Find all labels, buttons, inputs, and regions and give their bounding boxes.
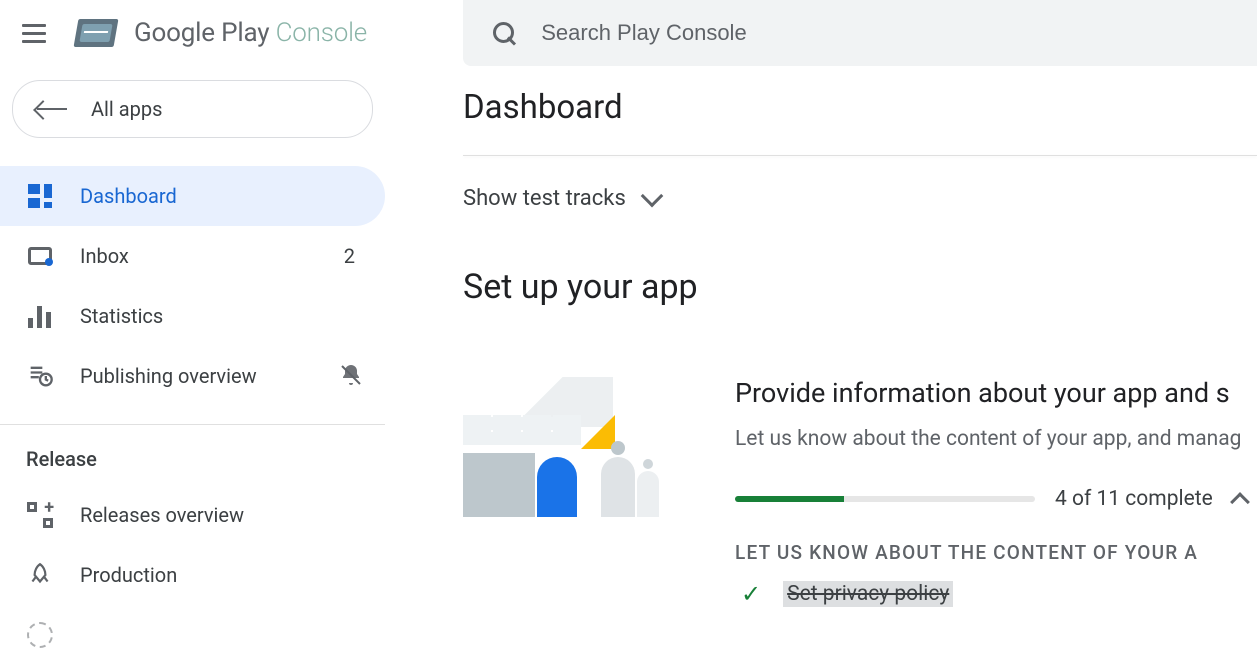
page-title: Dashboard [463, 88, 1257, 127]
sidebar: All apps Dashboard Inbox 2 Statistics Pu… [0, 66, 385, 670]
sidebar-item-label: Dashboard [80, 184, 177, 208]
divider [463, 155, 1257, 156]
setup-illustration [463, 377, 693, 517]
search-icon [491, 20, 515, 46]
divider [0, 424, 385, 425]
brand-secondary: Console [276, 18, 367, 48]
sidebar-item-dashboard[interactable]: Dashboard [0, 166, 385, 226]
show-tracks-label: Show test tracks [463, 186, 626, 211]
sidebar-item-label: Releases overview [80, 503, 244, 527]
bar-chart-icon [26, 302, 54, 330]
inbox-badge: 2 [344, 244, 365, 268]
sidebar-item-statistics[interactable]: Statistics [0, 286, 385, 346]
progress-bar [735, 496, 1035, 502]
sidebar-item-label: Statistics [80, 304, 163, 328]
chevron-down-icon [640, 184, 663, 207]
check-icon: ✓ [741, 580, 761, 608]
sidebar-item-label: Inbox [80, 244, 129, 268]
sidebar-item-testing[interactable] [0, 605, 385, 665]
publishing-icon [26, 362, 54, 390]
search-input[interactable] [541, 20, 1229, 46]
task-set-privacy-policy[interactable]: Set privacy policy [783, 581, 953, 607]
show-test-tracks-toggle[interactable]: Show test tracks [463, 186, 1257, 211]
play-console-icon [76, 15, 120, 51]
section-release: Release [0, 447, 385, 471]
card-subtitle: Let us know about the content of your ap… [735, 427, 1257, 451]
all-apps-label: All apps [91, 97, 162, 121]
sidebar-item-label: Publishing overview [80, 364, 257, 388]
brand-primary: Google Play [134, 18, 269, 48]
card-title: Provide information about your app and s [735, 377, 1257, 409]
main-content: Dashboard Show test tracks Set up your a… [463, 66, 1257, 608]
menu-icon[interactable] [20, 19, 48, 47]
rocket-icon [26, 561, 54, 589]
notifications-off-icon [339, 363, 365, 389]
brand-text: Google Play Console [134, 18, 367, 48]
setup-heading: Set up your app [463, 267, 1257, 307]
sidebar-item-production[interactable]: Production [0, 545, 385, 605]
arrow-left-icon [37, 108, 67, 110]
sidebar-item-label: Production [80, 563, 177, 587]
sidebar-item-publishing-overview[interactable]: Publishing overview [0, 346, 385, 406]
releases-icon [26, 501, 54, 529]
progress-row: 4 of 11 complete [735, 487, 1257, 511]
all-apps-button[interactable]: All apps [12, 80, 373, 138]
setup-card: Provide information about your app and s… [463, 377, 1257, 608]
chevron-up-icon[interactable] [1230, 492, 1250, 512]
inbox-icon [26, 242, 54, 270]
task-group-heading: LET US KNOW ABOUT THE CONTENT OF YOUR A [735, 541, 1257, 564]
sidebar-item-releases-overview[interactable]: Releases overview [0, 485, 385, 545]
brand-logo[interactable]: Google Play Console [76, 15, 367, 51]
task-row: ✓ Set privacy policy [735, 580, 1257, 608]
search-bar[interactable] [463, 0, 1257, 66]
testing-icon [26, 621, 54, 649]
progress-label: 4 of 11 complete [1055, 487, 1213, 511]
sidebar-item-inbox[interactable]: Inbox 2 [0, 226, 385, 286]
dashboard-icon [26, 182, 54, 210]
